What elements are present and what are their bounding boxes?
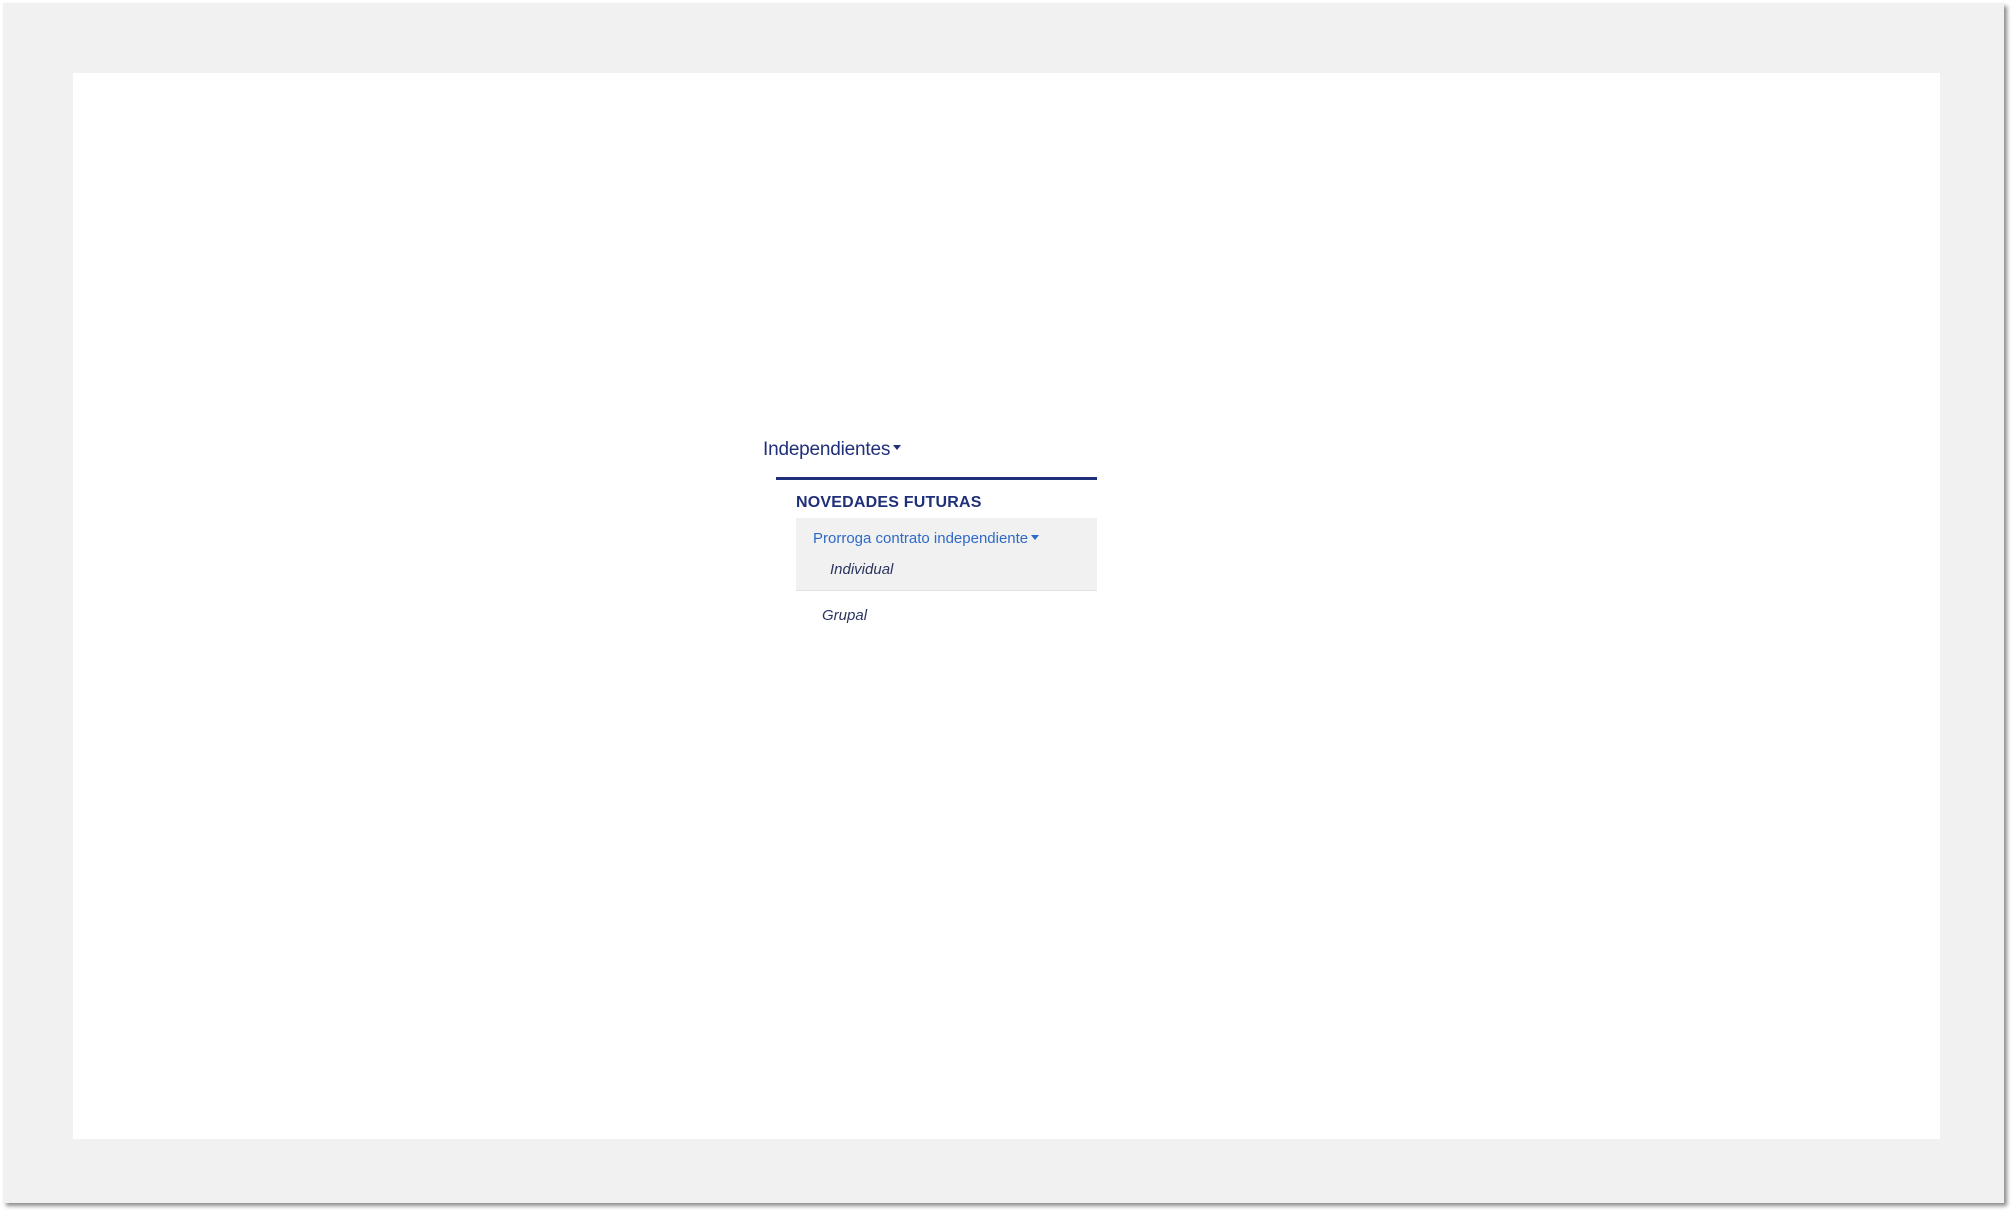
prorroga-submenu-button[interactable]: Prorroga contrato independiente [813, 530, 1097, 547]
independientes-dropdown: NOVEDADES FUTURAS Prorroga contrato inde… [776, 477, 1097, 624]
section-heading: NOVEDADES FUTURAS [796, 494, 982, 511]
independientes-menu-label: Independientes [763, 439, 891, 460]
page-canvas: Independientes NOVEDADES FUTURAS Prorrog… [73, 73, 1940, 1139]
independientes-menu-button[interactable]: Independientes [763, 439, 902, 461]
prorroga-submenu-label: Prorroga contrato independiente [813, 530, 1029, 547]
menu-item-grupal[interactable]: Grupal [822, 607, 1097, 624]
caret-down-icon [893, 445, 902, 451]
submenu-panel: Prorroga contrato independiente Individu… [796, 518, 1097, 591]
caret-down-icon [1031, 534, 1040, 540]
screenshot-frame: Independientes NOVEDADES FUTURAS Prorrog… [3, 3, 2004, 1203]
menu-item-individual[interactable]: Individual [830, 561, 1097, 578]
